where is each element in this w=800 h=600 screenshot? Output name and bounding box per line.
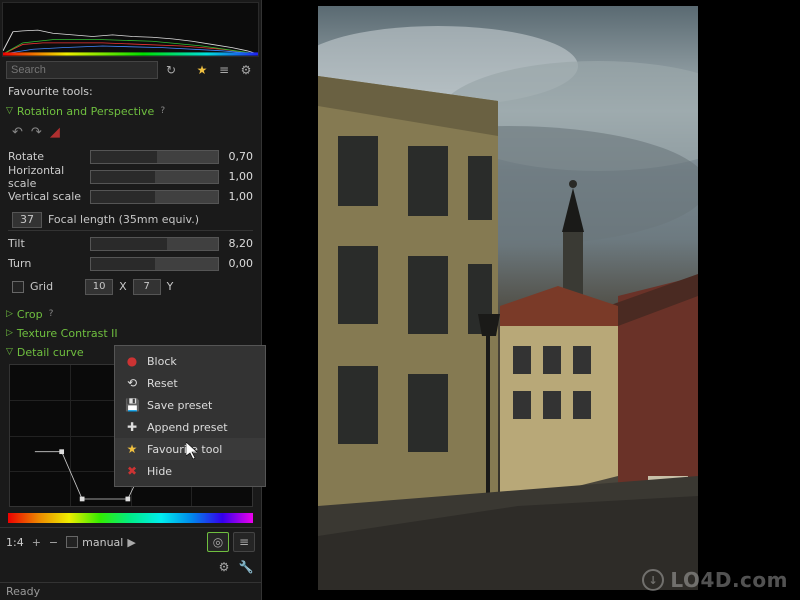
zoom-out-button[interactable]: − (49, 536, 58, 549)
refresh-icon[interactable]: ↻ (162, 61, 180, 79)
sidebar: ↻ ★ ≡ ⚙ Favourite tools: ▽ Rotation and … (0, 0, 262, 600)
ctx-block-label: Block (147, 355, 177, 368)
bottom-toolbar: 1:4 + − manual ▶ ◎ ≡ (0, 527, 261, 556)
angle-icon[interactable]: ◢ (50, 125, 60, 140)
context-menu: ● Block ⟲ Reset 💾 Save preset ✚ Append p… (114, 345, 266, 487)
grid-checkbox[interactable] (12, 281, 24, 293)
ctx-reset[interactable]: ⟲ Reset (115, 372, 265, 394)
vscale-value: 1,00 (223, 190, 253, 203)
watermark-text: LO4D.com (670, 568, 788, 592)
gear-icon[interactable]: ⚙ (237, 61, 255, 79)
zoom-level: 1:4 (6, 536, 24, 549)
favourite-tools-label: Favourite tools: (0, 81, 261, 102)
redo-icon[interactable]: ↷ (31, 125, 42, 140)
ctx-append-preset[interactable]: ✚ Append preset (115, 416, 265, 438)
section-texture-header[interactable]: ▷ Texture Contrast II (0, 324, 261, 343)
status-bar: Ready (0, 582, 261, 600)
section-texture-title: Texture Contrast II (17, 327, 118, 340)
tilt-label: Tilt (8, 237, 86, 250)
image-preview[interactable] (318, 6, 698, 590)
section-rotation-title: Rotation and Perspective (17, 105, 154, 118)
gear-icon[interactable]: ⚙ (215, 558, 233, 576)
vscale-label: Vertical scale (8, 190, 86, 203)
turn-slider[interactable] (90, 257, 219, 271)
manual-label: manual (82, 536, 123, 549)
download-icon: ↓ (642, 569, 664, 591)
section-rotation-body: ↶ ↷ ◢ Rotate 0,70 Horizontal scale 1,00 … (0, 121, 261, 305)
ctx-append-label: Append preset (147, 421, 228, 434)
ctx-block[interactable]: ● Block (115, 350, 265, 372)
save-icon: 💾 (125, 398, 139, 412)
undo-icon[interactable]: ↶ (12, 125, 23, 140)
ctx-hide[interactable]: ✖ Hide (115, 460, 265, 482)
turn-value: 0,00 (223, 257, 253, 270)
wrench-icon[interactable]: 🔧 (237, 558, 255, 576)
chevron-right-icon: ▷ (6, 309, 13, 319)
grid-y-box[interactable]: 7 (133, 279, 161, 295)
reset-icon: ⟲ (125, 376, 139, 390)
section-crop-title: Crop (17, 308, 43, 321)
section-rotation-header[interactable]: ▽ Rotation and Perspective ? (0, 102, 261, 121)
play-icon[interactable]: ▶ (127, 536, 135, 549)
grid-y-label: Y (167, 280, 174, 293)
list-icon[interactable]: ≡ (215, 61, 233, 79)
tilt-slider[interactable] (90, 237, 219, 251)
ctx-save-preset[interactable]: 💾 Save preset (115, 394, 265, 416)
ctx-fav-label: Favourite tool (147, 443, 222, 456)
section-detail-title: Detail curve (17, 346, 84, 359)
turn-label: Turn (8, 257, 86, 270)
chevron-down-icon: ▽ (6, 106, 13, 116)
grid-x-label: X (119, 280, 127, 293)
chevron-down-icon: ▽ (6, 347, 13, 357)
focal-value-box[interactable]: 37 (12, 212, 42, 228)
ctx-save-label: Save preset (147, 399, 212, 412)
star-icon: ★ (125, 442, 139, 456)
ctx-reset-label: Reset (147, 377, 178, 390)
zoom-in-button[interactable]: + (32, 536, 41, 549)
list-icon[interactable]: ≡ (233, 532, 255, 552)
hide-icon: ✖ (125, 464, 139, 478)
section-crop-header[interactable]: ▷ Crop ? (0, 305, 261, 324)
rotate-slider[interactable] (90, 150, 219, 164)
chevron-right-icon: ▷ (6, 328, 13, 338)
append-icon: ✚ (125, 420, 139, 434)
hscale-slider[interactable] (90, 170, 219, 184)
tilt-value: 8,20 (223, 237, 253, 250)
histogram[interactable] (2, 2, 259, 57)
vscale-slider[interactable] (90, 190, 219, 204)
help-icon[interactable]: ? (49, 309, 54, 319)
grid-label: Grid (30, 280, 53, 293)
rotate-value: 0,70 (223, 150, 253, 163)
hscale-label: Horizontal scale (8, 164, 86, 190)
focal-label: Focal length (35mm equiv.) (48, 213, 199, 226)
watermark: ↓ LO4D.com (642, 568, 788, 592)
gradient-bar (8, 513, 253, 523)
hscale-value: 1,00 (223, 170, 253, 183)
manual-checkbox[interactable] (66, 536, 78, 548)
search-input[interactable] (6, 61, 158, 79)
help-icon[interactable]: ? (160, 106, 165, 116)
block-icon: ● (125, 354, 139, 368)
grid-x-box[interactable]: 10 (85, 279, 113, 295)
rotate-label: Rotate (8, 150, 86, 163)
target-icon[interactable]: ◎ (207, 532, 229, 552)
star-icon[interactable]: ★ (193, 61, 211, 79)
ctx-hide-label: Hide (147, 465, 172, 478)
ctx-favourite-tool[interactable]: ★ Favourite tool (115, 438, 265, 460)
